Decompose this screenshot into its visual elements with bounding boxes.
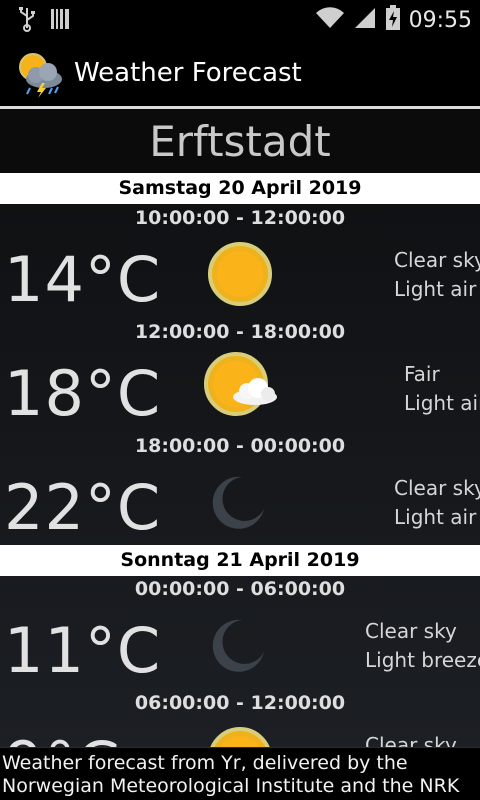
sky-condition: Clear sky (394, 248, 480, 272)
temperature: 9°C (4, 728, 121, 747)
moon-icon (212, 618, 266, 676)
sky-condition: Fair (404, 362, 440, 386)
wind-condition: Light air (394, 505, 477, 529)
period-time: 18:00:00 - 00:00:00 (134, 435, 346, 457)
day-header: Sonntag 21 April 2019 (0, 545, 480, 576)
weather-description: Clear sky (365, 731, 457, 747)
wind-condition: Light air (394, 277, 477, 301)
sky-condition: Clear sky (365, 733, 457, 747)
battery-charging-icon (385, 5, 401, 35)
temperature: 22°C (4, 471, 162, 544)
usb-icon (18, 6, 36, 36)
day-header: Samstag 20 April 2019 (0, 173, 480, 204)
weather-description: Fair Light air (404, 360, 480, 418)
forecast-list[interactable]: Samstag 20 April 2019 10:00:00 - 12:00:0… (0, 173, 480, 747)
barcode-icon (50, 7, 70, 35)
moon-icon (212, 475, 266, 533)
temperature: 18°C (4, 357, 162, 430)
period-time: 06:00:00 - 12:00:00 (134, 692, 346, 714)
period-time: 10:00:00 - 12:00:00 (134, 207, 346, 229)
weather-storm-sun-icon[interactable] (16, 50, 66, 98)
sun-icon (207, 726, 273, 747)
location-title: Erftstadt (0, 109, 480, 173)
weather-description: Clear sky Light air (394, 246, 480, 304)
temperature: 14°C (4, 243, 162, 316)
period-time: 12:00:00 - 18:00:00 (134, 321, 346, 343)
sky-condition: Clear sky (365, 619, 457, 643)
action-bar: Weather Forecast (0, 38, 480, 106)
sun-cloud-icon (203, 351, 279, 421)
wind-condition: Light air (404, 391, 480, 415)
clock: 09:55 (408, 7, 472, 33)
sun-icon (207, 241, 273, 311)
period-time: 00:00:00 - 06:00:00 (134, 578, 346, 600)
app-title: Weather Forecast (74, 58, 302, 88)
attribution-footer: Weather forecast from Yr, delivered by t… (0, 747, 480, 800)
sky-condition: Clear sky (394, 476, 480, 500)
status-bar: 09:55 (0, 0, 480, 38)
wind-condition: Light breeze (365, 648, 480, 672)
weather-description: Clear sky Light air (394, 474, 480, 532)
weather-description: Clear sky Light breeze (365, 617, 480, 675)
temperature: 11°C (4, 614, 162, 687)
wifi-icon (315, 6, 345, 34)
signal-icon (353, 6, 377, 34)
